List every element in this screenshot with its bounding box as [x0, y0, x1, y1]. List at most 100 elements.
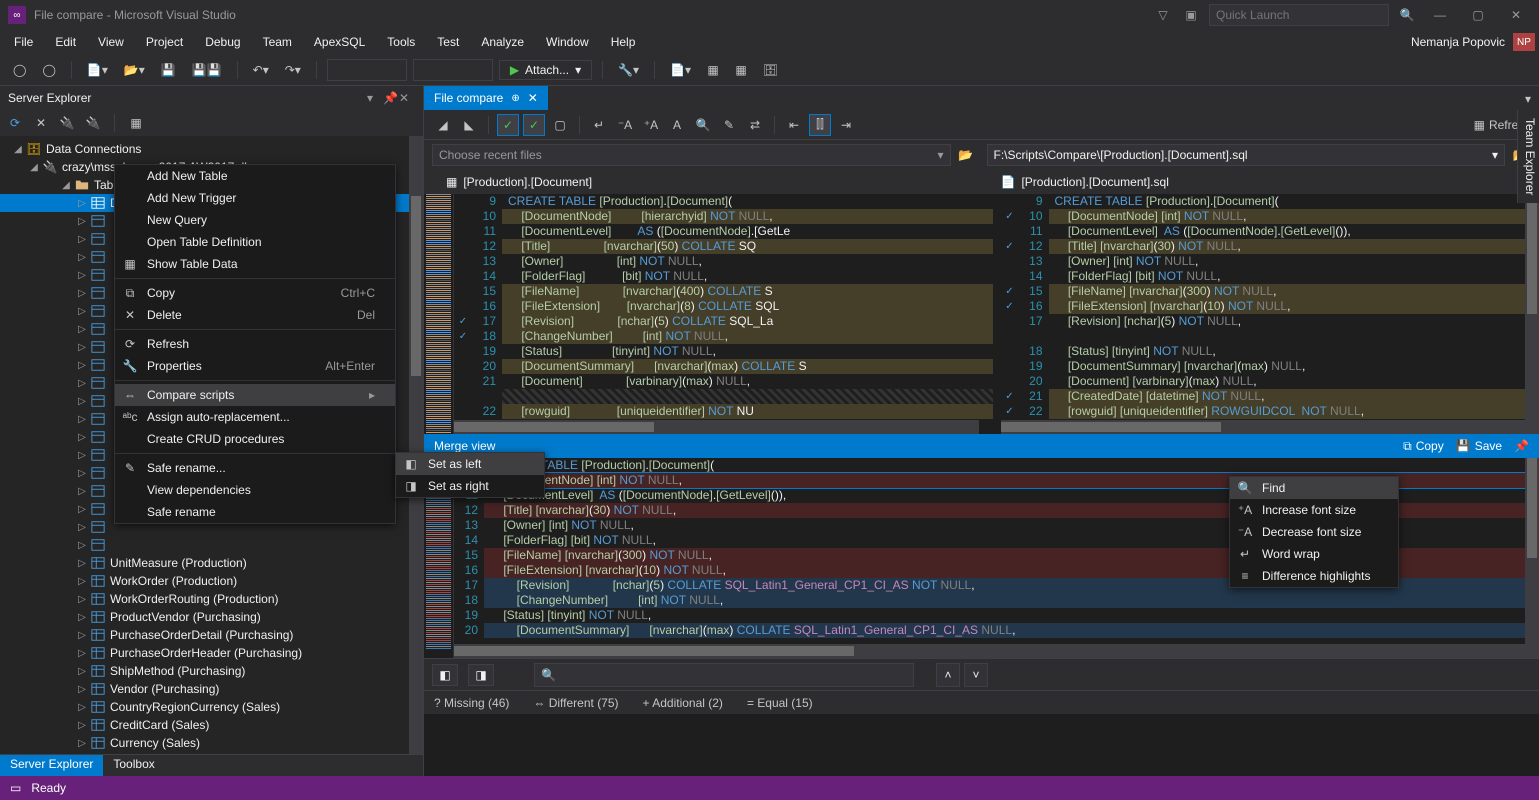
merge-copy-button[interactable]: ⧉Copy: [1403, 439, 1444, 454]
merge-pane[interactable]: 91011121314151617181920 CREATE TABLE [Pr…: [424, 458, 1539, 658]
right-code-pane[interactable]: ✓✓✓✓✓✓ 91011121314151617 1819202122 CREA…: [1001, 194, 1539, 434]
save-button[interactable]: 💾: [156, 59, 181, 81]
editor-ctx-increase-font-size[interactable]: ⁺AIncrease font size: [1230, 499, 1398, 521]
ctx-open-table-definition[interactable]: Open Table Definition: [115, 231, 395, 253]
save-all-button[interactable]: 💾💾: [187, 59, 227, 81]
notifications-icon[interactable]: ▣: [1181, 5, 1201, 25]
tool-icon[interactable]: 🔧▾: [613, 59, 644, 81]
attach-button[interactable]: ▶ Attach... ▾: [499, 60, 592, 80]
ctx-safe-rename[interactable]: Safe rename: [115, 501, 395, 523]
user-badge[interactable]: NP: [1513, 33, 1535, 51]
close-panel-icon[interactable]: ✕: [399, 91, 415, 105]
tabs-dropdown-icon[interactable]: ▾: [1517, 88, 1539, 110]
right-file-combo[interactable]: F:\Scripts\Compare\[Production].[Documen…: [987, 144, 1506, 166]
filter-icon[interactable]: ▽: [1153, 5, 1173, 25]
layers-icon[interactable]: ▦: [702, 59, 724, 81]
wrap-icon[interactable]: ↵: [588, 114, 610, 136]
ctx-add-new-trigger[interactable]: Add New Trigger: [115, 187, 395, 209]
tree-root[interactable]: ◢🗄Data Connections: [0, 140, 423, 158]
view-inline-button[interactable]: ◨: [468, 664, 494, 686]
doc-icon[interactable]: 📄▾: [665, 59, 696, 81]
left-code-pane[interactable]: ✓✓ 9101112131415161718192021 22 CREATE T…: [454, 194, 993, 434]
open-file-button[interactable]: 📂▾: [119, 59, 150, 81]
pin-icon[interactable]: 📌: [383, 91, 399, 105]
connect-icon[interactable]: 🔌: [58, 114, 76, 132]
search-icon[interactable]: 🔍: [1397, 5, 1417, 25]
ctx-add-new-table[interactable]: Add New Table: [115, 165, 395, 187]
azure-icon[interactable]: ▦: [127, 114, 145, 132]
sync-icon[interactable]: ⇄: [744, 114, 766, 136]
tree-table-row[interactable]: ▷PurchaseOrderDetail (Purchasing): [0, 626, 423, 644]
tree-table-row[interactable]: ▷ProductVendor (Purchasing): [0, 608, 423, 626]
ctx-new-query[interactable]: New Query: [115, 209, 395, 231]
tree-table-row[interactable]: ▷CreditCard (Sales): [0, 716, 423, 734]
submenu-set-as-right[interactable]: ◨ Set as right: [396, 475, 544, 497]
ctx-refresh[interactable]: ⟳Refresh: [115, 333, 395, 355]
highlight-icon[interactable]: ✎: [718, 114, 740, 136]
editor-ctx-find[interactable]: 🔍Find: [1230, 477, 1398, 499]
quick-launch-input[interactable]: [1209, 4, 1389, 26]
menu-project[interactable]: Project: [136, 33, 193, 51]
prev-diff-icon[interactable]: ⇤: [783, 114, 805, 136]
ctx-properties[interactable]: 🔧PropertiesAlt+Enter: [115, 355, 395, 377]
left-file-combo[interactable]: Choose recent files▾: [432, 144, 951, 166]
menu-debug[interactable]: Debug: [195, 33, 250, 51]
check3-icon[interactable]: ▢: [549, 114, 571, 136]
menu-view[interactable]: View: [88, 33, 134, 51]
tree-table-row[interactable]: ▷CountryRegionCurrency (Sales): [0, 698, 423, 716]
collapse-icon[interactable]: ◢: [432, 114, 454, 136]
font-dec-icon[interactable]: ⁻A: [614, 114, 636, 136]
output-icon[interactable]: ▭: [10, 781, 21, 795]
tree-table-row[interactable]: ▷ShipMethod (Purchasing): [0, 662, 423, 680]
menu-edit[interactable]: Edit: [45, 33, 86, 51]
tab-toolbox[interactable]: Toolbox: [103, 755, 164, 776]
editor-ctx-decrease-font-size[interactable]: ⁻ADecrease font size: [1230, 521, 1398, 543]
menu-apexsql[interactable]: ApexSQL: [304, 33, 375, 51]
search-down-button[interactable]: ˅: [964, 663, 988, 687]
db-icon[interactable]: 🗄: [758, 59, 783, 81]
compare-search-input[interactable]: 🔍: [534, 663, 914, 687]
menu-help[interactable]: Help: [601, 33, 646, 51]
stop-icon[interactable]: ✕: [32, 114, 50, 132]
tab-file-compare[interactable]: File compare ⊕ ✕: [424, 86, 548, 110]
merge-vscroll[interactable]: [1525, 458, 1539, 658]
nav-fwd-button[interactable]: ◯: [37, 59, 60, 81]
ctx-compare-scripts[interactable]: ⇔Compare scripts▸: [115, 384, 395, 406]
tree-table-row[interactable]: ▷x: [0, 536, 423, 554]
expand-icon[interactable]: ◣: [458, 114, 480, 136]
tab-server-explorer[interactable]: Server Explorer: [0, 755, 103, 776]
ctx-assign-auto-replacement-[interactable]: ᵃᵇcAssign auto-replacement...: [115, 406, 395, 428]
left-minimap[interactable]: [424, 194, 454, 434]
left-file-open-button[interactable]: 📂: [955, 144, 977, 166]
tree-table-row[interactable]: ▷UnitMeasure (Production): [0, 554, 423, 572]
check2-icon[interactable]: ✓: [523, 114, 545, 136]
menu-window[interactable]: Window: [536, 33, 599, 51]
font-inc-icon[interactable]: ⁺A: [640, 114, 662, 136]
font-reset-icon[interactable]: A: [666, 114, 688, 136]
right-hscroll[interactable]: [1001, 420, 1526, 434]
layers2-icon[interactable]: ▦: [730, 59, 752, 81]
merge-pin-icon[interactable]: 📌: [1514, 439, 1529, 453]
tree-table-row[interactable]: ▷PurchaseOrderHeader (Purchasing): [0, 644, 423, 662]
team-explorer-tab[interactable]: Team Explorer: [1517, 110, 1539, 203]
close-button[interactable]: ✕: [1501, 4, 1531, 26]
tree-table-row[interactable]: ▷WorkOrderRouting (Production): [0, 590, 423, 608]
tree-scrollbar[interactable]: [409, 136, 423, 754]
check1-icon[interactable]: ✓: [497, 114, 519, 136]
left-hscroll[interactable]: [454, 420, 979, 434]
split-icon[interactable]: ⫿⫿: [809, 114, 831, 136]
right-vscroll[interactable]: [1525, 194, 1539, 434]
pin-tab-icon[interactable]: ⊕: [511, 93, 519, 104]
ctx-copy[interactable]: ⧉CopyCtrl+C: [115, 282, 395, 304]
editor-ctx-word-wrap[interactable]: ↵Word wrap: [1230, 543, 1398, 565]
menu-analyze[interactable]: Analyze: [471, 33, 534, 51]
search-up-button[interactable]: ˄: [936, 663, 960, 687]
menu-file[interactable]: File: [4, 33, 43, 51]
undo-button[interactable]: ↶▾: [248, 59, 274, 81]
menu-test[interactable]: Test: [427, 33, 469, 51]
next-diff-icon[interactable]: ⇥: [835, 114, 857, 136]
tree-table-row[interactable]: ▷Currency (Sales): [0, 734, 423, 752]
minimize-button[interactable]: —: [1425, 4, 1455, 26]
redo-button[interactable]: ↷▾: [280, 59, 306, 81]
ctx-delete[interactable]: ✕DeleteDel: [115, 304, 395, 326]
